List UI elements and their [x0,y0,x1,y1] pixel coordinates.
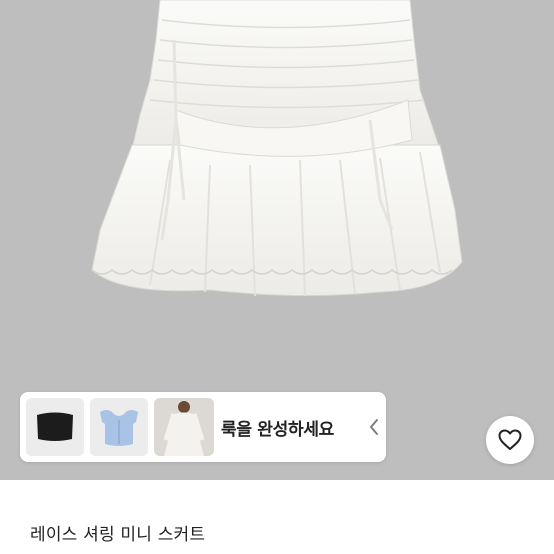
thumbnail-white-dress[interactable] [154,398,214,456]
complete-the-look-banner[interactable]: 룩을 완성하세요 [20,392,386,462]
product-title: 레이스 셔링 미니 스커트 [30,525,206,545]
complete-the-look-text: 룩을 완성하세요 [221,420,334,440]
banner-collapse-button[interactable] [362,412,386,442]
thumbnail-blue-crop-top[interactable] [90,398,148,456]
blue-crop-top-icon [90,398,148,456]
wishlist-button[interactable] [486,416,534,464]
black-tube-top-icon [26,398,84,456]
thumbnail-black-tube-top[interactable] [26,398,84,456]
white-dress-model-icon [154,398,214,456]
heart-outline-icon [498,429,522,450]
chevron-left-icon [370,419,378,435]
